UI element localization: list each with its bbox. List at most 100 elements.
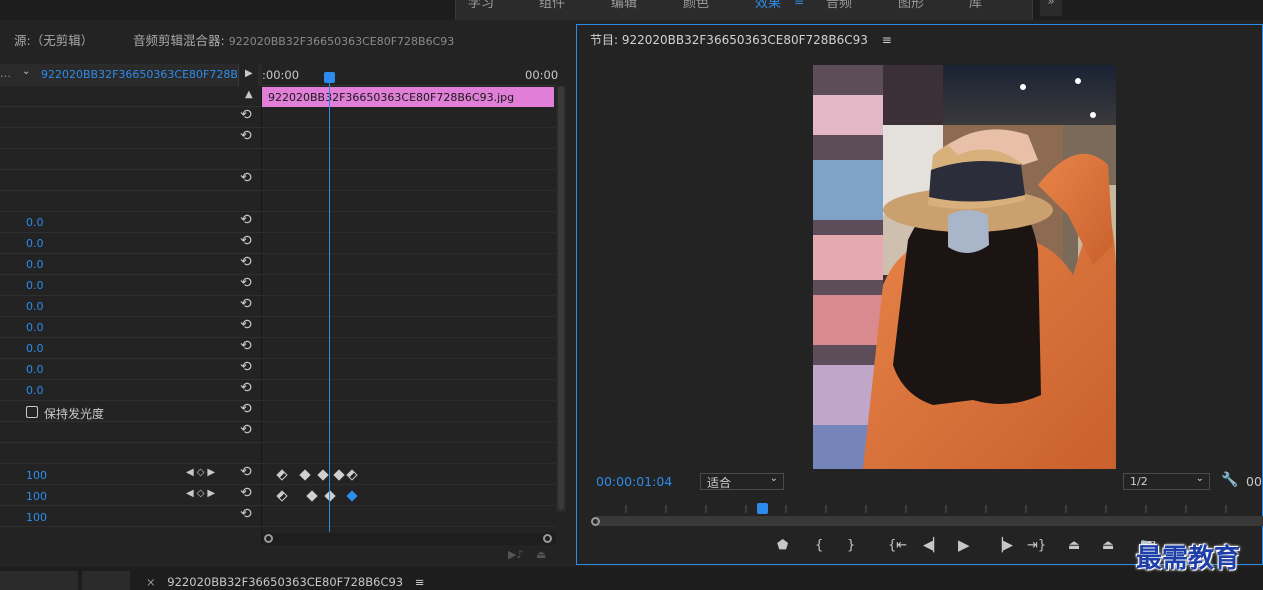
reset-icon[interactable]: ⟲ — [240, 170, 252, 186]
timeline-clip[interactable]: 922020BB32F36650363CE80F728B6C93.jpg — [262, 87, 554, 107]
effect-row-header: ▲ — [0, 86, 262, 107]
workspace-tabs: 学习 组件 编辑 颜色 效果 ≡ 音频 图形 库 — [455, 0, 1033, 20]
param-value[interactable]: 0.0 — [26, 300, 44, 313]
add-marker-icon[interactable]: ⬟ — [777, 538, 788, 553]
keyframe-nav-icons[interactable]: ◀◇▶ — [186, 488, 218, 499]
horizontal-scrollbar[interactable] — [262, 533, 556, 545]
reset-icon[interactable]: ⟲ — [240, 296, 252, 312]
go-to-in-icon[interactable]: {⇤ — [888, 538, 907, 553]
tab-audio-clip-mixer[interactable]: 音频剪辑混合器: 922020BB32F36650363CE80F728B6C9… — [133, 30, 454, 49]
ws-menu-icon[interactable]: ≡ — [794, 0, 804, 8]
ws-tab-editing[interactable]: 编辑 — [611, 0, 637, 11]
program-timecode[interactable]: 00:00:01:04 — [596, 474, 672, 489]
param-value[interactable]: 100 — [26, 511, 47, 524]
time-ruler[interactable]: :00:00 00:00 — [262, 64, 558, 86]
ws-tab-libraries[interactable]: 库 — [969, 0, 982, 11]
param-value[interactable]: 0.0 — [26, 384, 44, 397]
effect-controls-clip-name[interactable]: 922020BB32F36650363CE80F728B6... — [41, 68, 255, 81]
zoom-handle[interactable] — [591, 517, 600, 526]
ws-tab-graphics[interactable]: 图形 — [898, 0, 924, 11]
clip-prefix: … — [0, 67, 11, 80]
effect-row: 0.0 ⟲ — [0, 212, 262, 233]
ws-tab-color[interactable]: 颜色 — [683, 0, 709, 11]
settings-wrench-icon[interactable]: 🔧 — [1221, 472, 1238, 488]
scroll-end-handle[interactable] — [543, 534, 552, 543]
collapse-up-icon[interactable]: ▲ — [245, 89, 253, 100]
panel-menu-icon[interactable]: ≡ — [882, 33, 892, 47]
keyframe-nav-icons[interactable]: ◀◇▶ — [186, 467, 218, 478]
param-value[interactable]: 100 — [26, 469, 47, 482]
reset-icon[interactable]: ⟲ — [240, 506, 252, 522]
fit-dropdown[interactable]: 适合 ⌄ — [700, 473, 784, 490]
preserve-luminance-checkbox[interactable] — [26, 406, 38, 418]
timeline-row — [262, 170, 556, 191]
close-icon[interactable]: × — [146, 575, 156, 589]
param-value[interactable]: 0.0 — [26, 363, 44, 376]
monitor-playhead[interactable] — [757, 503, 768, 514]
timeline-row — [262, 317, 556, 338]
panel-menu-icon[interactable]: ≡ — [415, 575, 425, 589]
play-icon[interactable]: ▶ — [958, 536, 970, 554]
mark-in-icon[interactable]: { — [815, 538, 823, 553]
mark-out-icon[interactable]: } — [847, 538, 855, 553]
export-icon[interactable]: ⏏ — [536, 548, 546, 561]
ws-tab-assembly[interactable]: 组件 — [539, 0, 565, 11]
reset-icon[interactable]: ⟲ — [240, 107, 252, 123]
effect-row-opacity: 100 ◀◇▶ ⟲ — [0, 464, 262, 485]
step-forward-icon[interactable]: ▕▶ — [993, 538, 1013, 553]
play-only-icon[interactable]: ▶ — [245, 68, 253, 79]
reset-icon[interactable]: ⟲ — [240, 464, 252, 480]
param-value[interactable]: 0.0 — [26, 216, 44, 229]
scroll-start-handle[interactable] — [264, 534, 273, 543]
vertical-scrollbar[interactable] — [556, 86, 566, 512]
ws-tab-audio[interactable]: 音频 — [826, 0, 852, 11]
extract-icon[interactable]: ⏏ — [1102, 538, 1114, 553]
ws-tab-learn[interactable]: 学习 — [468, 0, 494, 11]
reset-icon[interactable]: ⟲ — [240, 317, 252, 333]
reset-icon[interactable]: ⟲ — [240, 359, 252, 375]
timeline-row — [262, 128, 556, 149]
bottom-tab[interactable] — [82, 571, 130, 590]
effect-row — [0, 443, 262, 464]
reset-icon[interactable]: ⟲ — [240, 485, 252, 501]
sequence-tab[interactable]: × 922020BB32F36650363CE80F728B6C93 ≡ — [146, 575, 424, 589]
tab-source[interactable]: 源:（无剪辑） — [14, 30, 93, 49]
playhead-handle[interactable] — [324, 72, 335, 83]
duration-timecode: 00 — [1246, 474, 1262, 489]
program-monitor-title: 节目: 922020BB32F36650363CE80F728B6C93 ≡ — [590, 31, 892, 48]
param-value[interactable]: 0.0 — [26, 342, 44, 355]
reset-icon[interactable]: ⟲ — [240, 128, 252, 144]
reset-icon[interactable]: ⟲ — [240, 338, 252, 354]
effect-row-opacity: 100 ◀◇▶ ⟲ — [0, 485, 262, 506]
reset-icon[interactable]: ⟲ — [240, 422, 252, 438]
reset-icon[interactable]: ⟲ — [240, 212, 252, 228]
workspace-more-icon[interactable]: » — [1040, 0, 1062, 16]
param-value[interactable]: 0.0 — [26, 237, 44, 250]
sequence-tab-label: 922020BB32F36650363CE80F728B6C93 — [167, 575, 404, 589]
reset-icon[interactable]: ⟲ — [240, 254, 252, 270]
reset-icon[interactable]: ⟲ — [240, 380, 252, 396]
param-value[interactable]: 100 — [26, 490, 47, 503]
param-value[interactable]: 0.0 — [26, 258, 44, 271]
timeline-row — [262, 422, 556, 443]
step-back-icon[interactable]: ◀▏ — [923, 538, 943, 553]
go-to-out-icon[interactable]: ⇥} — [1027, 538, 1046, 553]
param-value[interactable]: 0.0 — [26, 321, 44, 334]
resolution-dropdown[interactable]: 1/2 ⌄ — [1123, 473, 1210, 490]
timeline-row — [262, 254, 556, 275]
reset-icon[interactable]: ⟲ — [240, 401, 252, 417]
bottom-tab[interactable] — [0, 571, 78, 590]
filter-icon[interactable]: ▶♪ — [508, 548, 523, 561]
timeline-row — [262, 233, 556, 254]
tab-audio-mixer-label: 音频剪辑混合器: — [133, 33, 225, 48]
scrub-bar[interactable] — [596, 516, 1263, 526]
reset-icon[interactable]: ⟲ — [240, 233, 252, 249]
effect-controls-header: … ⌄ 922020BB32F36650363CE80F728B6... ▶ — [0, 64, 262, 86]
timeline-row — [262, 107, 556, 128]
ws-tab-effects[interactable]: 效果 — [755, 0, 781, 11]
chevron-down-icon[interactable]: ⌄ — [22, 66, 30, 77]
param-value[interactable]: 0.0 — [26, 279, 44, 292]
reset-icon[interactable]: ⟲ — [240, 275, 252, 291]
lift-icon[interactable]: ⏏ — [1068, 538, 1080, 553]
timeline-row — [262, 401, 556, 422]
